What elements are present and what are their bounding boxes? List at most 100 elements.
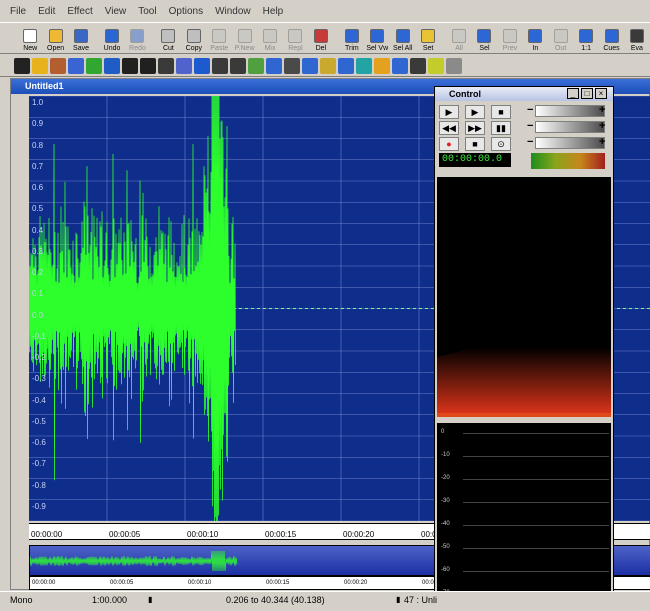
echo-icon[interactable] (392, 57, 408, 74)
toolbar-button-set[interactable]: Set (416, 23, 440, 53)
chart-icon[interactable] (248, 57, 264, 74)
new-icon (23, 29, 38, 43)
sel-all-icon (395, 29, 410, 43)
pitch-icon[interactable] (374, 57, 390, 74)
toolbar-label: P.New (234, 45, 255, 52)
toolbar-button-all[interactable]: All (447, 23, 471, 53)
toolbar-label: Save (73, 45, 89, 52)
toolbar-button-repl[interactable]: Repl (283, 23, 307, 53)
speed-plus[interactable]: + (599, 137, 609, 149)
status-info: 47 : Unli (404, 595, 438, 605)
menu-file[interactable]: File (10, 6, 26, 17)
amplify-icon[interactable] (86, 57, 102, 74)
balance-minus[interactable]: − (527, 121, 533, 132)
toolbar-button-undo[interactable]: Undo (100, 23, 124, 53)
toolbar-button-save[interactable]: Save (69, 23, 93, 53)
toolbar-button-out[interactable]: Out (549, 23, 573, 53)
toolbar-button-copy[interactable]: Copy (182, 23, 206, 53)
spectrum-icon[interactable] (176, 57, 192, 74)
menu-help[interactable]: Help (263, 6, 284, 17)
volume-minus[interactable]: − (527, 105, 533, 116)
pause-button[interactable]: ▮▮ (491, 121, 511, 135)
input-monitor-button[interactable]: ⊙ (491, 137, 511, 151)
curve-icon[interactable] (122, 57, 138, 74)
menu-view[interactable]: View (105, 6, 127, 17)
volume-slider[interactable] (535, 105, 605, 117)
play-button[interactable]: ▶ (439, 105, 459, 119)
amplitude-label: -0.7 (32, 459, 46, 469)
toolbar-button-paste[interactable]: Paste (207, 23, 231, 53)
amplitude-label: 0.4 (32, 225, 44, 235)
toolbar-button-p-new[interactable]: P.New (232, 23, 256, 53)
toolbar-button-sel-vw[interactable]: Sel Vw (365, 23, 389, 53)
toolbar-button-1-1[interactable]: 1:1 (574, 23, 598, 53)
toolbar-button-in[interactable]: In (523, 23, 547, 53)
close-button[interactable]: × (595, 88, 607, 99)
rate-icon[interactable] (338, 57, 354, 74)
wave-icon[interactable] (266, 57, 282, 74)
balance-plus[interactable]: + (599, 121, 609, 133)
time-label: 00:00:20 (343, 530, 375, 539)
reverse-icon[interactable] (68, 57, 84, 74)
effect-icon[interactable] (32, 57, 48, 74)
updown-icon[interactable] (230, 57, 246, 74)
grid-icon[interactable] (194, 57, 210, 74)
1-1-icon (579, 29, 594, 43)
toolbar-button-cues[interactable]: Cues (599, 23, 623, 53)
toolbar-button-open[interactable]: Open (43, 23, 67, 53)
menu-effect[interactable]: Effect (67, 6, 92, 17)
play-loop-button[interactable]: ▶ (465, 105, 485, 119)
record-button[interactable]: ● (439, 137, 459, 151)
maximize-button[interactable]: □ (581, 88, 593, 99)
minimize-button[interactable]: _ (567, 88, 579, 99)
stop-button[interactable]: ■ (491, 105, 511, 119)
toolbar-button-prev[interactable]: Prev (498, 23, 522, 53)
filter-icon[interactable] (302, 57, 318, 74)
line-icon[interactable] (14, 57, 30, 74)
fade-icon[interactable] (104, 57, 120, 74)
menu-tool[interactable]: Tool (138, 6, 156, 17)
menu-window[interactable]: Window (215, 6, 251, 17)
del-icon (313, 29, 328, 43)
loop-icon[interactable] (140, 57, 156, 74)
amplitude-label: -0.3 (32, 374, 46, 384)
amplitude-label: 0.3 (32, 246, 44, 256)
volume-plus[interactable]: + (599, 105, 609, 117)
arrow-left-icon[interactable] (212, 57, 228, 74)
toolbar-button-sel-all[interactable]: Sel All (390, 23, 414, 53)
meter-gridline (463, 571, 609, 572)
mix-icon[interactable] (50, 57, 66, 74)
time-label: 00:00:10 (187, 530, 219, 539)
extra-icon[interactable] (446, 57, 462, 74)
forward-button[interactable]: ▶▶ (465, 121, 485, 135)
delay-icon[interactable] (410, 57, 426, 74)
sel-vw-icon (370, 29, 385, 43)
toolbar-button-sel[interactable]: Sel (472, 23, 496, 53)
menu-edit[interactable]: Edit (38, 6, 55, 17)
balance-slider[interactable] (535, 121, 605, 133)
time-label: 00:00:05 (110, 580, 134, 586)
toolbar-button-redo[interactable]: Redo (125, 23, 149, 53)
set-icon (421, 29, 436, 43)
spin-icon[interactable] (158, 57, 174, 74)
meter-label: 0 (441, 429, 445, 435)
meter-gridline (463, 502, 609, 503)
toolbar-button-trim[interactable]: Trim (340, 23, 364, 53)
toolbar-button-cut[interactable]: Cut (156, 23, 180, 53)
bolt-icon[interactable] (320, 57, 336, 74)
record-stop-button[interactable]: ■ (465, 137, 485, 151)
tool-icon[interactable] (284, 57, 300, 74)
toolbar-button-mix[interactable]: Mix (258, 23, 282, 53)
menu-options[interactable]: Options (169, 6, 203, 17)
rewind-button[interactable]: ◀◀ (439, 121, 459, 135)
speed-slider[interactable] (535, 137, 605, 149)
noise-icon[interactable] (356, 57, 372, 74)
toolbar-label: 1:1 (581, 45, 591, 52)
amplitude-label: -0.4 (32, 395, 46, 405)
toolbar-button-new[interactable]: New (18, 23, 42, 53)
amplitude-label: -0.6 (32, 438, 46, 447)
toolbar-button-del[interactable]: Del (309, 23, 333, 53)
eq-icon[interactable] (428, 57, 444, 74)
speed-minus[interactable]: − (527, 137, 533, 148)
toolbar-button-eva[interactable]: Eva (625, 23, 649, 53)
